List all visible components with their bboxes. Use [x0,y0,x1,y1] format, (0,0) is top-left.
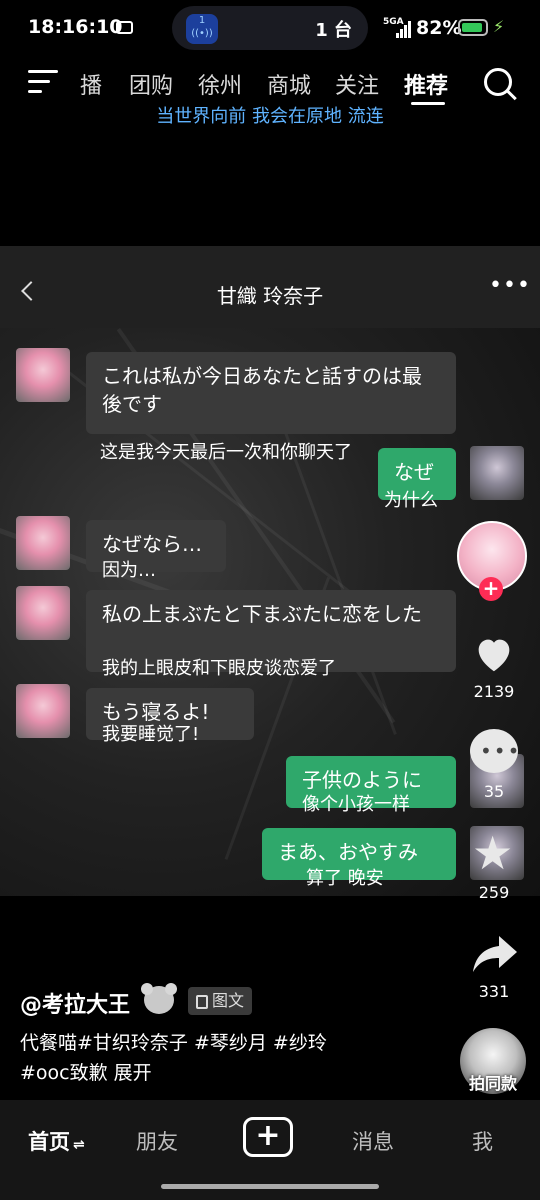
chat-header: 甘織 玲奈子 ••• [0,246,540,328]
image-post-tag: 图文 [188,987,253,1015]
chat-title: 甘織 玲奈子 [216,284,324,308]
charging-icon: ⚡ [493,17,505,36]
favorite-star-icon[interactable]: ★ [472,826,513,880]
tab-mall[interactable]: 商城 [267,68,311,100]
share-count: 331 [478,982,510,1001]
menu-icon[interactable] [28,70,58,100]
music-lyric: 当世界向前 我会在原地 流连 [156,106,384,127]
status-time: 18:16:10 [28,16,123,38]
nav-me[interactable]: 我 [472,1126,493,1156]
author-handle[interactable]: @考拉大王 [20,987,130,1019]
message-text: まあ、おやすみ [278,840,418,864]
message-text: これは私が今日あなたと話すのは最後です [102,364,422,416]
battery-percent: 82% [416,17,462,39]
like-heart-icon[interactable] [471,631,517,677]
message-bubble-right: 子供のように 像个小孩一样 [286,756,456,815]
message-text: 子供のように [302,768,422,792]
island-count: 1 台 [315,20,352,41]
comment-icon[interactable]: ••• [470,729,519,773]
message-translation: 为什么 [384,490,438,511]
message-text: 私の上まぶたと下まぶたに恋をした [102,602,422,626]
tab-live[interactable]: 播 [80,68,102,100]
my-avatar [470,446,524,500]
battery-icon [458,19,488,36]
message-notification-icon [116,21,133,34]
comment-count: 35 [483,782,505,801]
island-broadcast-icon: 1 ((•)) [186,14,218,44]
same-style-button[interactable]: 拍同款 [460,1070,526,1094]
message-translation: 我的上眼皮和下眼皮谈恋爱了 [102,658,336,679]
message-text: もう寝るよ! [102,700,210,724]
message-bubble-right: まあ、おやすみ 算了 晚安 [262,828,456,889]
message-text: なぜなら… [102,532,202,556]
signal-icon [396,20,414,38]
tab-following[interactable]: 关注 [335,68,379,100]
favorite-count: 259 [478,883,510,902]
more-options-icon[interactable]: ••• [489,273,531,298]
message-bubble-left: もう寝るよ! 我要睡觉了! [86,688,254,745]
follow-plus-icon[interactable]: + [479,577,503,601]
share-arrow-icon[interactable] [470,934,520,974]
message-bubble-left: なぜなら… 因为… [86,520,226,581]
chat-screenshot: これは私が今日あなたと話すのは最後です 这是我今天最后一次和你聊天了 なぜ 为什… [0,328,540,896]
nav-friends[interactable]: 朋友 [136,1126,178,1156]
bottom-nav: 首页 ⇌ 朋友 + 消息 我 [0,1100,540,1200]
tab-group-buy[interactable]: 团购 [129,68,173,100]
like-count: 2139 [473,682,515,701]
tab-local[interactable]: 徐州 [198,68,242,100]
message-translation: 像个小孩一样 [302,794,410,815]
island-badge: 1 [198,15,206,26]
search-icon[interactable] [484,68,512,96]
home-indicator [161,1184,379,1189]
contact-avatar [16,516,70,570]
dynamic-island[interactable]: 1 ((•)) 1 台 [172,6,368,50]
message-bubble-right: なぜ 为什么 [378,448,456,511]
nav-messages[interactable]: 消息 [352,1126,394,1156]
status-bar: 18:16:10 1 ((•)) 1 台 5GA 82% ⚡ [0,0,540,58]
message-bubble-left: これは私が今日あなたと話すのは最後です 这是我今天最后一次和你聊天了 [86,352,456,463]
caption-line-2[interactable]: #ooc致歉 展开 [20,1058,152,1085]
message-translation: 算了 晚安 [306,868,384,889]
koala-emoji-icon [141,983,177,1014]
contact-avatar [16,684,70,738]
message-bubble-left: 私の上まぶたと下まぶたに恋をした 我的上眼皮和下眼皮谈恋爱了 [86,590,456,679]
create-post-button[interactable]: + [243,1117,293,1157]
message-text: なぜ [394,460,434,484]
message-translation: 因为… [102,560,156,581]
message-translation: 这是我今天最后一次和你聊天了 [100,442,352,463]
nav-home[interactable]: 首页 ⇌ [28,1126,85,1156]
caption-line-1[interactable]: 代餐喵#甘织玲奈子 #琴纱月 #纱玲 [20,1028,327,1055]
message-translation: 我要睡觉了! [102,724,200,745]
contact-avatar [16,348,70,402]
tab-recommended[interactable]: 推荐 [404,68,448,100]
contact-avatar [16,586,70,640]
